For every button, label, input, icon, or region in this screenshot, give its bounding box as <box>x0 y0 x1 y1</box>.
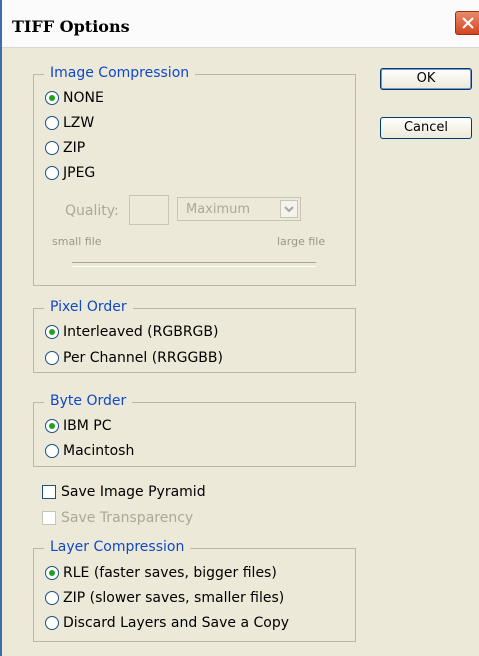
window-title: TIFF Options <box>12 17 130 36</box>
layer-compression-legend: Layer Compression <box>44 539 191 555</box>
small-file-label: small file <box>52 235 102 248</box>
radio-discard-layers[interactable]: Discard Layers and Save a Copy <box>45 615 289 631</box>
pixel-order-legend: Pixel Order <box>44 299 133 315</box>
radio-indicator <box>45 444 59 458</box>
checkbox-box <box>42 511 56 525</box>
radio-per-channel[interactable]: Per Channel (RRGGBB) <box>45 350 223 366</box>
radio-indicator <box>45 166 59 180</box>
byte-order-legend: Byte Order <box>44 393 133 409</box>
quality-select-value: Maximum <box>186 202 251 217</box>
checkbox-label: Save Transparency <box>61 510 194 526</box>
radio-label: Per Channel (RRGGBB) <box>63 350 223 366</box>
radio-label: Discard Layers and Save a Copy <box>63 615 290 631</box>
radio-indicator <box>45 351 59 365</box>
radio-indicator <box>45 116 59 130</box>
radio-label: Macintosh <box>63 443 135 459</box>
radio-indicator <box>45 91 59 105</box>
quality-input[interactable] <box>129 195 169 225</box>
radio-jpeg[interactable]: JPEG <box>45 165 95 181</box>
radio-label: ZIP <box>63 140 86 156</box>
radio-label: IBM PC <box>63 418 112 434</box>
radio-zip[interactable]: ZIP <box>45 140 85 156</box>
chevron-down-icon[interactable] <box>280 200 298 218</box>
checkbox-box <box>42 485 56 499</box>
radio-interleaved[interactable]: Interleaved (RGBRGB) <box>45 324 218 340</box>
radio-label: ZIP (slower saves, smaller files) <box>63 590 285 606</box>
ok-button[interactable]: OK <box>380 68 472 90</box>
radio-label: LZW <box>63 115 95 131</box>
radio-lzw[interactable]: LZW <box>45 115 94 131</box>
radio-indicator <box>45 325 59 339</box>
radio-label: Interleaved (RGBRGB) <box>63 324 219 340</box>
radio-label: JPEG <box>63 165 96 181</box>
radio-indicator <box>45 419 59 433</box>
radio-indicator <box>45 566 59 580</box>
save-transparency-checkbox[interactable]: Save Transparency <box>42 510 193 526</box>
cancel-button[interactable]: Cancel <box>380 117 472 139</box>
close-button[interactable] <box>455 11 479 35</box>
radio-ibm-pc[interactable]: IBM PC <box>45 418 111 434</box>
close-icon <box>462 17 474 29</box>
large-file-label: large file <box>277 235 326 248</box>
quality-label: Quality: <box>65 203 119 219</box>
radio-macintosh[interactable]: Macintosh <box>45 443 134 459</box>
image-compression-legend: Image Compression <box>44 65 196 81</box>
radio-indicator <box>45 591 59 605</box>
radio-label: RLE (faster saves, bigger files) <box>63 565 277 581</box>
tiff-options-dialog: TIFF Options Image Compression NONE LZW … <box>0 0 479 656</box>
save-image-pyramid-checkbox[interactable]: Save Image Pyramid <box>42 484 206 500</box>
radio-none[interactable]: NONE <box>45 90 104 106</box>
radio-indicator <box>45 141 59 155</box>
title-bar[interactable]: TIFF Options <box>2 0 479 48</box>
radio-rle[interactable]: RLE (faster saves, bigger files) <box>45 565 277 581</box>
radio-layer-zip[interactable]: ZIP (slower saves, smaller files) <box>45 590 284 606</box>
radio-label: NONE <box>63 90 104 106</box>
radio-indicator <box>45 616 59 630</box>
checkbox-label: Save Image Pyramid <box>61 484 206 500</box>
quality-slider <box>72 262 316 267</box>
quality-select[interactable]: Maximum <box>177 197 301 221</box>
